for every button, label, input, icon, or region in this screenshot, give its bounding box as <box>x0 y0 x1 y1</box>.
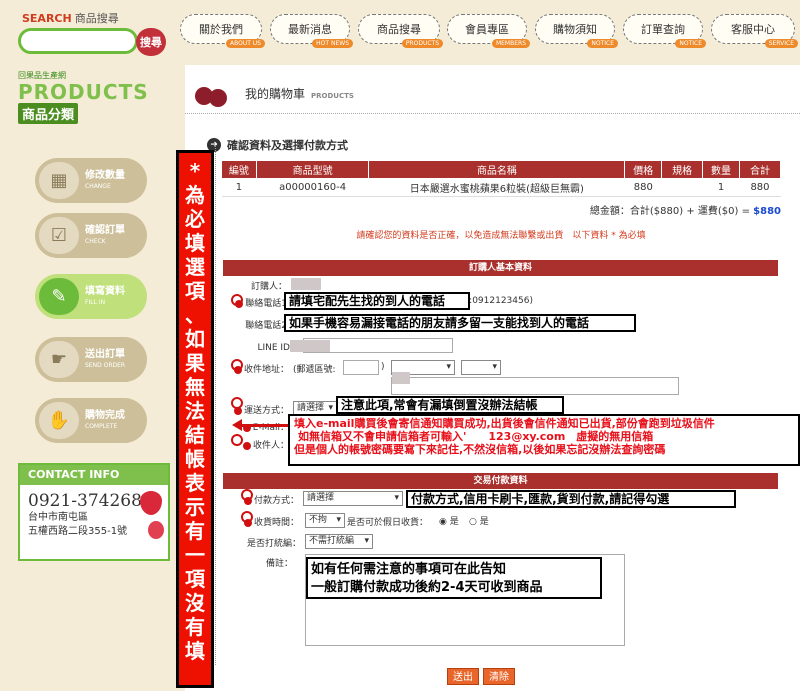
divider <box>215 145 216 665</box>
required-marker <box>231 397 243 409</box>
note-label: 備註： <box>265 559 293 569</box>
search-input[interactable] <box>18 28 138 54</box>
col-name: 商品名稱 <box>368 160 626 179</box>
confirm-note: 請確認您的資料是否正確，以免造成無法聯繫或出貨 以下資料 * 為必填 <box>356 231 646 241</box>
required-marker <box>231 359 243 371</box>
cart-header: 我的購物車 PRODUCTS <box>185 65 800 115</box>
contact-info: CONTACT INFO 0921-374268 台中市南屯區 五權西路二段35… <box>18 463 170 561</box>
zip-close: ) <box>381 362 385 372</box>
required-marker <box>231 294 243 306</box>
col-model: 商品型號 <box>255 160 370 179</box>
nav-order-query[interactable]: 訂單查詢 NOTICE <box>623 14 706 48</box>
handshake-icon: ✋ <box>39 402 79 439</box>
step-change[interactable]: ▦ 修改數量 CHANGE <box>35 158 147 203</box>
phone1-label: 聯絡電話1 <box>215 296 287 309</box>
search-button[interactable]: 搜尋 <box>136 28 166 56</box>
section-title: ➜ 確認資料及選擇付款方式 <box>207 137 348 153</box>
pen-icon: ✎ <box>39 278 79 315</box>
payment-method-select[interactable]: 請選擇 <box>303 491 403 506</box>
nav-products[interactable]: 商品搜尋 PRODUCTS <box>358 14 443 48</box>
nav-service[interactable]: 客服中心 SERVICE <box>711 14 798 48</box>
phone2-label: 聯絡電話2 <box>245 321 287 331</box>
col-number: 編號 <box>221 160 257 179</box>
delivery-annotation: 注意此項,常會有漏填倒置沒辦法結帳 <box>336 396 564 414</box>
products-logo[interactable]: 回果品生產網 PRODUCTS 商品分類 <box>18 70 166 132</box>
nav-shopping-notice[interactable]: 購物須知 NOTICE <box>535 14 618 48</box>
address-label: 收件地址： <box>215 362 289 375</box>
payment-annotation: 付款方式,信用卡刷卡,匯款,貨到付款,請記得勾選 <box>406 490 736 508</box>
order-total: 總金額：合計($880) + 運費($0) = $880 <box>589 206 781 217</box>
required-field-annotation: * 為必填選項、如果無法結帳表示有一項沒有填 <box>176 150 214 688</box>
payment-section-bar: 交易付款資料 <box>223 473 778 489</box>
blurred-value <box>392 372 410 384</box>
nav-about[interactable]: 關於我們 ABOUT US <box>180 14 265 48</box>
line-id-label: LINE ID： <box>257 343 299 353</box>
holiday-no-radio[interactable]: ○ 是 <box>469 514 509 527</box>
nav-news[interactable]: 最新消息 HOT NEWS <box>270 14 353 48</box>
submit-button[interactable]: 送出 <box>447 668 479 685</box>
sidebar: SEARCH 商品搜尋 搜尋 回果品生產網 PRODUCTS 商品分類 ▦ 修改數… <box>0 0 170 691</box>
district-select[interactable] <box>461 360 501 375</box>
calculator-icon: ▦ <box>39 162 79 199</box>
step-send-order[interactable]: ☛ 送出訂單 SEND ORDER <box>35 337 147 382</box>
order-table: 編號 商品型號 商品名稱 價格 規格 數量 合計 1 a00000160-4 日… <box>221 160 782 197</box>
hand-icon: ☛ <box>39 341 79 378</box>
strawberry-icon <box>148 521 164 539</box>
phone1-annotation: 請填宅配先生找的到人的電話 <box>284 292 470 310</box>
address-input[interactable] <box>391 377 679 395</box>
cart-title: 我的購物車 PRODUCTS <box>245 87 354 101</box>
payment-method-label: 付款方式： <box>215 493 299 506</box>
col-spec: 規格 <box>661 160 704 179</box>
step-complete[interactable]: ✋ 購物完成 COMPLETE <box>35 398 147 443</box>
cherry-icon <box>191 73 231 109</box>
table-row: 1 a00000160-4 日本嚴選水蜜桃蘋果6粒裝(超級巨無霸) 880 1 … <box>221 178 781 197</box>
blurred-value <box>290 340 330 352</box>
required-marker <box>241 511 253 523</box>
delivery-time-select[interactable]: 不拘 <box>305 513 345 528</box>
col-qty: 數量 <box>702 160 740 179</box>
orderer-value <box>291 278 321 290</box>
contact-title: CONTACT INFO <box>20 465 168 485</box>
delivery-label: 運送方式： <box>215 403 289 416</box>
checkbox-icon: ☑ <box>39 217 79 254</box>
delivery-time-label: 收貨時間： <box>215 515 299 528</box>
note-annotation: 如有任何需注意的事項可在此告知 一般訂購付款成功後約2-4天可收到商品 <box>306 557 602 599</box>
phone1-hint: X:0912123456) <box>463 296 533 306</box>
zip-input[interactable] <box>343 360 379 375</box>
clear-button[interactable]: 清除 <box>483 668 515 685</box>
required-marker <box>241 489 253 501</box>
required-marker <box>231 434 243 446</box>
col-subtotal: 合計 <box>738 160 782 179</box>
tax-id-select[interactable]: 不需打統編 <box>305 534 373 549</box>
orderer-label: 訂購人： <box>250 282 287 292</box>
email-annotation: 填入e-mail購買後會寄信通知購買成功,出貨後會信件通知已出貨,部份會跑到垃圾… <box>288 414 800 466</box>
arrow-left-icon <box>232 419 288 431</box>
top-nav: 關於我們 ABOUT US 最新消息 HOT NEWS 商品搜尋 PRODUCTS 會… <box>175 0 800 60</box>
contact-address-2: 五權西路二段355-1號 <box>28 526 128 537</box>
phone2-annotation: 如果手機容易漏接電話的朋友請多留一支能找到人的電話 <box>284 314 636 332</box>
zip-label: (郵遞區號: <box>293 365 336 375</box>
step-check[interactable]: ☑ 確認訂單 CHECK <box>35 213 147 258</box>
receiver-label: 收件人： <box>215 438 289 451</box>
col-price: 價格 <box>624 160 663 179</box>
tax-id-label: 是否打統編： <box>246 539 301 549</box>
holiday-label: 是否可於假日收貨： <box>347 518 429 528</box>
nav-members[interactable]: 會員專區 MEMBERS <box>447 14 530 48</box>
step-fill-in[interactable]: ✎ 填寫資料 FILL IN <box>35 274 147 319</box>
buyer-section-bar: 訂購人基本資料 <box>223 260 778 276</box>
search-label: SEARCH 商品搜尋 <box>22 12 119 25</box>
